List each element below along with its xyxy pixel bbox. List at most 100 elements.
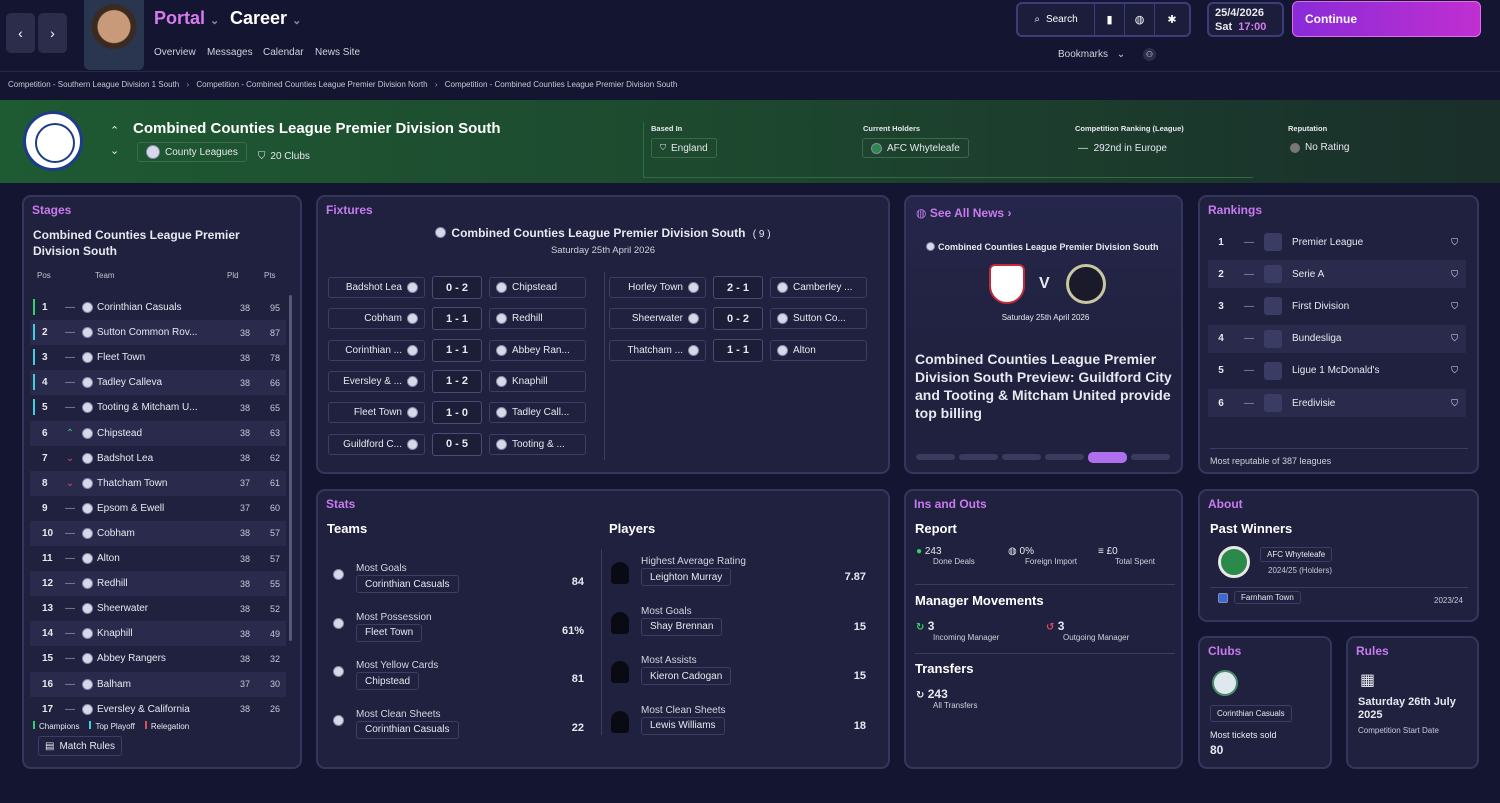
team-cell[interactable]: Sheerwater: [82, 603, 222, 615]
all-transfers-stat[interactable]: ↻ 243 All Transfers: [916, 687, 977, 710]
subnav-messages[interactable]: Messages: [207, 47, 253, 58]
ranking-row[interactable]: 5 — Ligue 1 McDonald's ⛉: [1208, 357, 1466, 385]
subnav-news-site[interactable]: News Site: [315, 47, 360, 58]
away-team[interactable]: Camberley ...: [770, 277, 867, 298]
match-score[interactable]: 0 - 2: [713, 307, 763, 331]
match-score[interactable]: 0 - 5: [432, 432, 482, 456]
stat-team[interactable]: Corinthian Casuals: [356, 575, 459, 593]
fixture-row[interactable]: Guildford C... 0 - 5 Tooting & ...: [328, 432, 586, 456]
foreign-import-stat[interactable]: ◍ 0% Foreign Import: [1008, 546, 1077, 566]
bookmarks-dropdown[interactable]: Bookmarks ⌄: [1058, 49, 1125, 60]
bookmark-icon[interactable]: ▮: [1095, 4, 1125, 35]
table-row[interactable]: 4 — Tadley Calleva 38 66: [30, 370, 286, 396]
portal-menu[interactable]: Portal ⌄: [154, 8, 219, 29]
col-pts[interactable]: Pts: [264, 271, 276, 280]
fixture-row[interactable]: Badshot Lea 0 - 2 Chipstead: [328, 276, 586, 299]
done-deals-stat[interactable]: ● 243 Done Deals: [916, 546, 975, 566]
home-team[interactable]: Cobham: [328, 308, 425, 330]
table-row[interactable]: 9 — Epsom & Ewell 37 60: [30, 496, 286, 521]
home-crest[interactable]: [989, 264, 1025, 304]
team-cell[interactable]: Badshot Lea: [82, 452, 222, 464]
table-row[interactable]: 16 — Balham 37 30: [30, 671, 286, 697]
away-crest[interactable]: [1066, 264, 1106, 304]
team-cell[interactable]: Epsom & Ewell: [82, 502, 222, 514]
match-rules-button[interactable]: ▤ Match Rules: [38, 736, 123, 756]
table-row[interactable]: 8 ⌄ Thatcham Town 37 61: [30, 470, 286, 496]
table-row[interactable]: 3 — Fleet Town 38 78: [30, 345, 286, 370]
away-team[interactable]: Chipstead: [489, 277, 586, 298]
based-in-chip[interactable]: ⛉ England: [651, 138, 717, 158]
home-team[interactable]: Badshot Lea: [328, 277, 425, 298]
news-headline[interactable]: Combined Counties League Premier Divisio…: [915, 350, 1179, 422]
home-team[interactable]: Corinthian ...: [328, 339, 425, 361]
carousel-dot-active[interactable]: [1088, 452, 1127, 463]
col-pos[interactable]: Pos: [37, 271, 51, 280]
table-row[interactable]: 12 — Redhill 38 55: [30, 571, 286, 597]
away-team[interactable]: Alton: [770, 339, 867, 361]
home-team[interactable]: Thatcham ...: [609, 339, 706, 361]
league-name[interactable]: Bundesliga: [1292, 333, 1432, 344]
home-team[interactable]: Eversley & ...: [328, 370, 425, 392]
away-team[interactable]: Sutton Co...: [770, 308, 867, 330]
subnav-calendar[interactable]: Calendar: [263, 47, 304, 58]
table-row[interactable]: 7 ⌄ Badshot Lea 38 62: [30, 446, 286, 471]
league-name[interactable]: Ligue 1 McDonald's: [1292, 365, 1432, 376]
ranking-row[interactable]: 4 — Bundesliga ⛉: [1208, 324, 1466, 353]
match-score[interactable]: 1 - 0: [432, 401, 482, 425]
table-row[interactable]: 5 — Tooting & Mitcham U... 38 65: [30, 395, 286, 420]
table-row[interactable]: 11 — Alton 38 57: [30, 546, 286, 571]
home-team[interactable]: Horley Town: [609, 277, 706, 298]
table-row[interactable]: 14 — Knaphill 38 49: [30, 621, 286, 647]
fixture-row[interactable]: Sheerwater 0 - 2 Sutton Co...: [609, 307, 867, 331]
stat-player[interactable]: Lewis Williams: [641, 716, 725, 735]
table-row[interactable]: 10 — Cobham 38 57: [30, 520, 286, 546]
level-chip[interactable]: County Leagues: [137, 142, 247, 162]
team-cell[interactable]: Abbey Rangers: [82, 653, 222, 665]
team-cell[interactable]: Eversley & California: [82, 703, 222, 715]
col-team[interactable]: Team: [95, 271, 115, 280]
team-cell[interactable]: Fleet Town: [82, 352, 222, 364]
league-name[interactable]: Serie A: [1292, 269, 1432, 280]
team-cell[interactable]: Chipstead: [82, 427, 222, 439]
table-row[interactable]: 6 ⌃ Chipstead 38 63: [30, 420, 286, 446]
chevron-up-icon[interactable]: ⌃: [110, 124, 119, 137]
league-name[interactable]: First Division: [1292, 301, 1432, 312]
away-team[interactable]: Tooting & ...: [489, 433, 586, 455]
league-name[interactable]: Eredivisie: [1292, 398, 1432, 409]
team-cell[interactable]: Redhill: [82, 578, 222, 590]
date-box[interactable]: 25/4/2026 Sat 17:00: [1207, 2, 1284, 37]
home-team[interactable]: Sheerwater: [609, 308, 706, 330]
stat-team[interactable]: Chipstead: [356, 672, 420, 690]
away-team[interactable]: Tadley Call...: [489, 402, 586, 424]
table-row[interactable]: 1 — Corinthian Casuals 38 95: [30, 295, 286, 320]
most-tickets-club[interactable]: Corinthian Casuals: [1210, 705, 1292, 722]
team-cell[interactable]: Cobham: [82, 527, 222, 539]
see-all-news-link[interactable]: ◍ See All News ›: [916, 206, 1011, 220]
team-cell[interactable]: Thatcham Town: [82, 477, 222, 489]
continue-button[interactable]: Continue: [1292, 1, 1481, 37]
ranking-row[interactable]: 6 — Eredivisie ⛉: [1208, 389, 1466, 417]
carousel-dot[interactable]: [959, 454, 998, 460]
team-cell[interactable]: Sutton Common Rov...: [82, 327, 222, 339]
back-button[interactable]: ‹: [6, 13, 35, 53]
incoming-manager-stat[interactable]: ↻ 3 Incoming Manager: [916, 619, 999, 642]
team-cell[interactable]: Knaphill: [82, 628, 222, 640]
team-cell[interactable]: Tooting & Mitcham U...: [82, 402, 222, 414]
home-team[interactable]: Guildford C...: [328, 433, 425, 455]
breadcrumb-item[interactable]: Competition - Combined Counties League P…: [196, 80, 427, 89]
match-score[interactable]: 0 - 2: [432, 276, 482, 299]
carousel-dot[interactable]: [916, 454, 955, 460]
winner-crest[interactable]: [1218, 546, 1250, 578]
fixture-row[interactable]: Eversley & ... 1 - 2 Knaphill: [328, 369, 586, 393]
club-crest[interactable]: [1212, 670, 1238, 696]
team-cell[interactable]: Balham: [82, 678, 222, 690]
match-score[interactable]: 1 - 1: [432, 338, 482, 362]
fixture-row[interactable]: Corinthian ... 1 - 1 Abbey Ran...: [328, 338, 586, 362]
fixture-row[interactable]: Fleet Town 1 - 0 Tadley Call...: [328, 401, 586, 425]
team-cell[interactable]: Tadley Calleva: [82, 377, 222, 389]
scrollbar[interactable]: [289, 295, 292, 641]
career-menu[interactable]: Career ⌄: [230, 8, 301, 29]
forward-button[interactable]: ›: [38, 13, 67, 53]
globe-icon[interactable]: ◍: [1125, 4, 1155, 35]
carousel-dot[interactable]: [1131, 454, 1170, 460]
